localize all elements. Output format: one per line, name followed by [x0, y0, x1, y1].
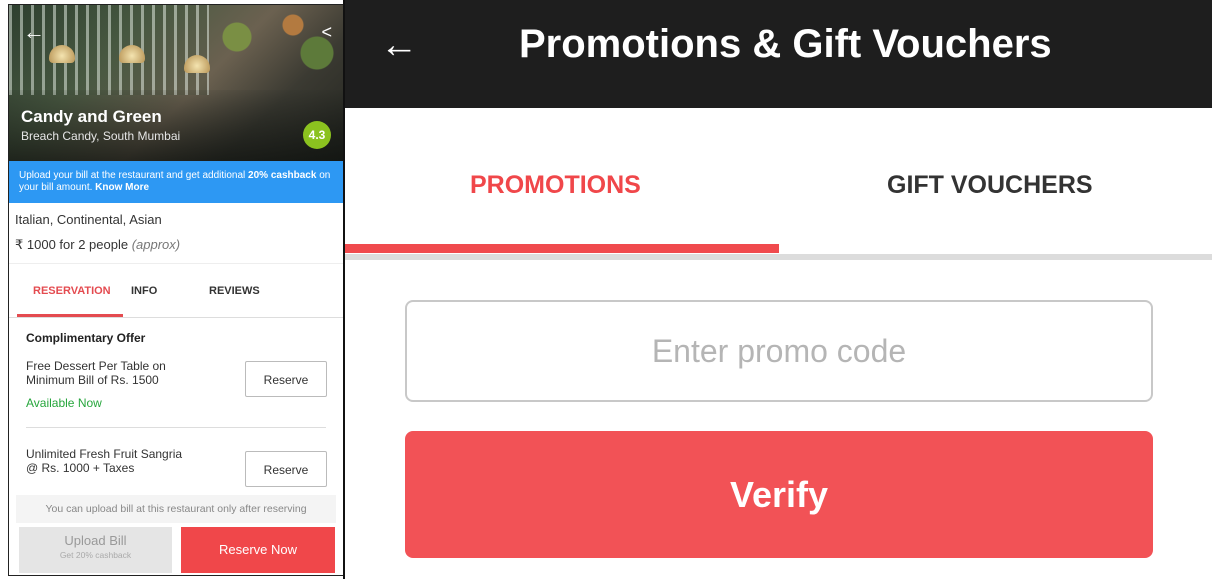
cashback-text: Upload your bill at the restaurant and g…: [19, 170, 249, 181]
active-tab-indicator: [345, 244, 779, 253]
promo-code-input[interactable]: [405, 300, 1153, 402]
back-arrow-icon[interactable]: ←: [380, 22, 418, 68]
tab-gift-vouchers[interactable]: GIFT VOUCHERS: [887, 170, 1093, 200]
restaurant-location: Breach Candy, South Mumbai: [21, 129, 181, 143]
rating-badge: 4.3: [303, 121, 331, 149]
tab-reviews[interactable]: REVIEWS: [209, 285, 260, 297]
know-more-link[interactable]: Know More: [95, 182, 149, 193]
divider: [9, 317, 343, 318]
cost-text: ₹ 1000 for 2 people (approx): [15, 237, 180, 253]
verify-button[interactable]: Verify: [405, 431, 1153, 558]
offer-description: Free Dessert Per Table on Minimum Bill o…: [26, 359, 166, 387]
restaurant-hero-image: ← < Candy and Green Breach Candy, South …: [9, 5, 343, 161]
upload-bill-label: Upload Bill: [64, 533, 127, 548]
restaurant-screen: ← < Candy and Green Breach Candy, South …: [8, 4, 344, 576]
offers-heading: Complimentary Offer: [26, 331, 146, 345]
reserve-button[interactable]: Reserve: [245, 451, 327, 487]
cost-note: (approx): [131, 237, 181, 252]
reserve-now-button[interactable]: Reserve Now: [181, 527, 335, 573]
offer-description: Unlimited Fresh Fruit Sangria @ Rs. 1000…: [26, 447, 183, 475]
upload-bill-button[interactable]: Upload Bill Get 20% cashback: [19, 527, 172, 573]
back-arrow-icon[interactable]: ←: [23, 21, 45, 43]
cuisine-text: Italian, Continental, Asian: [15, 212, 162, 227]
restaurant-name: Candy and Green: [21, 107, 162, 126]
upload-note: You can upload bill at this restaurant o…: [16, 495, 336, 523]
share-icon[interactable]: <: [321, 23, 332, 41]
divider: [26, 427, 326, 428]
tabs-baseline: [345, 254, 1212, 260]
divider: [9, 263, 343, 264]
tab-promotions[interactable]: PROMOTIONS: [470, 170, 641, 200]
tab-info[interactable]: INFO: [131, 285, 157, 297]
page-title: Promotions & Gift Vouchers: [519, 22, 1052, 66]
cashback-percent: 20% cashback: [248, 170, 317, 181]
cashback-banner: Upload your bill at the restaurant and g…: [9, 161, 343, 203]
reserve-button[interactable]: Reserve: [245, 361, 327, 397]
tab-reservation[interactable]: RESERVATION: [33, 285, 111, 297]
hero-decor-plants: [189, 5, 343, 85]
offer-status: Available Now: [26, 396, 102, 410]
cost-value: ₹ 1000 for 2 people: [15, 237, 129, 252]
upload-bill-sublabel: Get 20% cashback: [59, 550, 132, 560]
